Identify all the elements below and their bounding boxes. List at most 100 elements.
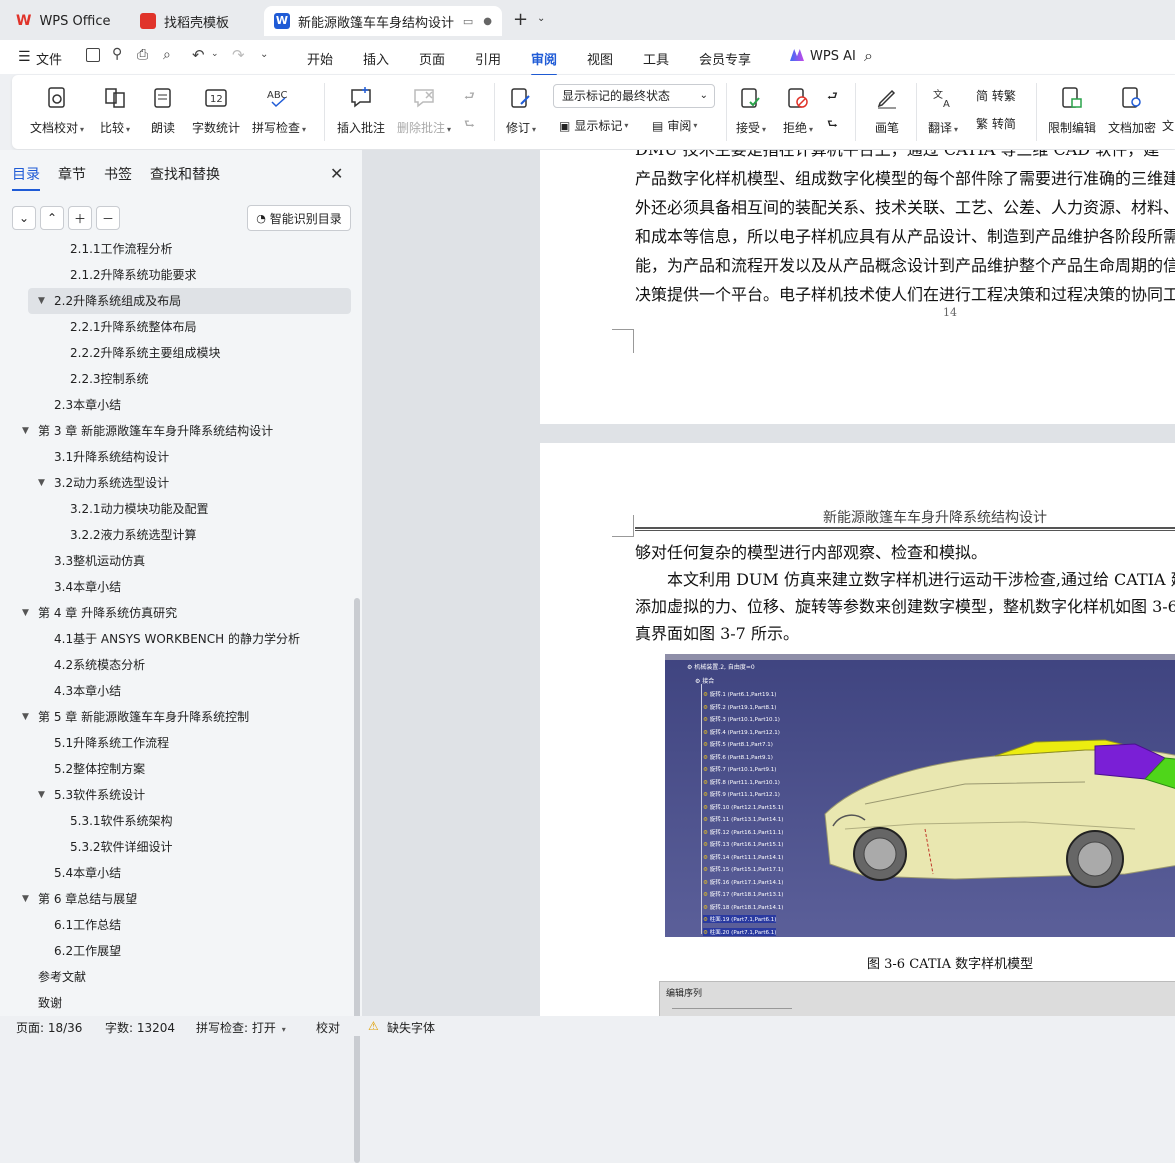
- toc-item[interactable]: 参考文献: [0, 964, 350, 990]
- menu-tools[interactable]: 工具: [643, 49, 669, 68]
- expand-arrow-icon[interactable]: ▼: [38, 782, 45, 808]
- show-markup-button[interactable]: ▣ 显示标记 ▾: [559, 117, 628, 134]
- menu-review[interactable]: 审阅: [531, 49, 558, 76]
- print-preview-icon[interactable]: ⌕: [163, 47, 171, 63]
- redo-icon[interactable]: ↷: [232, 46, 245, 64]
- menu-wps-ai[interactable]: WPS AI: [810, 49, 856, 64]
- share-icon[interactable]: ⚲: [112, 46, 122, 62]
- toc-item[interactable]: 致谢: [0, 990, 350, 1016]
- print-icon[interactable]: ⎙: [137, 47, 148, 63]
- menu-references[interactable]: 引用: [475, 49, 501, 68]
- undo-icon[interactable]: ↶: [192, 46, 205, 64]
- more-ribbon-item[interactable]: 文: [1162, 117, 1174, 134]
- more-dropdown-icon[interactable]: ⌄: [260, 49, 268, 60]
- toc-item[interactable]: 3.2.2液力系统选型计算: [0, 522, 350, 548]
- next-comment-icon[interactable]: ⮑: [464, 115, 475, 136]
- expand-arrow-icon[interactable]: ▼: [22, 418, 29, 444]
- toc-item[interactable]: 2.2.1升降系统整体布局: [0, 314, 350, 340]
- menu-insert[interactable]: 插入: [363, 49, 389, 68]
- close-icon[interactable]: ✕: [330, 164, 343, 183]
- toc-item[interactable]: 3.2.1动力模块功能及配置: [0, 496, 350, 522]
- compare-button[interactable]: 比较 ▾: [100, 85, 130, 136]
- expand-arrow-icon[interactable]: ▼: [22, 886, 29, 912]
- expand-arrow-icon[interactable]: ▼: [38, 288, 45, 314]
- prev-change-icon[interactable]: ⮐: [827, 87, 838, 108]
- track-changes-button[interactable]: 修订 ▾: [506, 85, 536, 136]
- tab-docer-templates[interactable]: 找稻壳模板: [130, 6, 258, 36]
- menu-member[interactable]: 会员专享: [699, 49, 751, 68]
- toc-item[interactable]: 2.3本章小结: [0, 392, 350, 418]
- prev-comment-icon[interactable]: ⮐: [464, 87, 475, 108]
- toc-item[interactable]: ▼ 2.2升降系统组成及布局: [28, 288, 351, 314]
- search-icon[interactable]: ⌕: [864, 46, 873, 66]
- tab-bookmarks[interactable]: 书签: [104, 164, 132, 191]
- toc-item[interactable]: 5.3.1软件系统架构: [0, 808, 350, 834]
- expand-arrow-icon[interactable]: ▼: [22, 600, 29, 626]
- hamburger-icon[interactable]: ☰: [18, 49, 31, 65]
- remove-heading-button[interactable]: －: [96, 206, 120, 230]
- restrict-editing-button[interactable]: 限制编辑: [1048, 85, 1096, 136]
- new-tab-button[interactable]: +: [513, 9, 528, 30]
- next-change-icon[interactable]: ⮑: [827, 115, 838, 136]
- tab-wps-office[interactable]: W WPS Office: [6, 6, 124, 36]
- translate-button[interactable]: 文A 翻译 ▾: [928, 85, 958, 136]
- menu-view[interactable]: 视图: [587, 49, 613, 68]
- tab-find-replace[interactable]: 查找和替换: [150, 164, 220, 191]
- toc-item[interactable]: ▼ 第 5 章 新能源敞篷车车身升降系统控制: [0, 704, 350, 730]
- review-pane-button[interactable]: ▤ 审阅 ▾: [652, 117, 697, 134]
- tab-document[interactable]: W 新能源敞篷车车身结构设计 毕 ▭ ●: [264, 6, 502, 36]
- chevron-down-icon[interactable]: ⌄: [537, 13, 545, 24]
- expand-arrow-icon[interactable]: ▼: [38, 470, 45, 496]
- proofread-button[interactable]: 文档校对 ▾: [30, 85, 84, 136]
- expand-arrow-icon[interactable]: ▼: [22, 704, 29, 730]
- menu-file[interactable]: 文件: [36, 49, 62, 68]
- word-count-status[interactable]: 字数: 13204: [105, 1019, 175, 1036]
- spell-check-button[interactable]: ABC 拼写检查 ▾: [252, 85, 306, 136]
- encrypt-button[interactable]: 文档加密: [1108, 85, 1156, 136]
- menu-page[interactable]: 页面: [419, 49, 445, 68]
- toc-item[interactable]: ▼ 5.3软件系统设计: [0, 782, 350, 808]
- toc-item[interactable]: ▼ 3.2动力系统选型设计: [0, 470, 350, 496]
- toc-item[interactable]: 2.1.2升降系统功能要求: [0, 262, 350, 288]
- toc-item[interactable]: ▼ 第 3 章 新能源敞篷车车身升降系统结构设计: [0, 418, 350, 444]
- toc-item[interactable]: 5.1升降系统工作流程: [0, 730, 350, 756]
- toc-item[interactable]: 4.2系统模态分析: [0, 652, 350, 678]
- tab-toc[interactable]: 目录: [12, 164, 40, 191]
- toc-item[interactable]: ▼ 第 6 章总结与展望: [0, 886, 350, 912]
- toc-item[interactable]: 2.1.1工作流程分析: [0, 238, 350, 262]
- toc-item[interactable]: 6.2工作展望: [0, 938, 350, 964]
- spell-check-status[interactable]: 拼写检查: 打开 ▾: [196, 1019, 286, 1036]
- toc-item[interactable]: 3.3整机运动仿真: [0, 548, 350, 574]
- toc-item[interactable]: 5.3.2软件详细设计: [0, 834, 350, 860]
- monitor-icon[interactable]: ▭: [463, 15, 473, 28]
- undo-dropdown-icon[interactable]: ⌄: [211, 49, 219, 59]
- toc-item[interactable]: 5.4本章小结: [0, 860, 350, 886]
- smart-toc-button[interactable]: ◔ 智能识别目录: [247, 205, 351, 231]
- word-count-button[interactable]: 12 字数统计: [192, 85, 240, 136]
- wps-ai-icon[interactable]: [790, 49, 804, 61]
- toc-item[interactable]: 4.1基于 ANSYS WORKBENCH 的静力学分析: [0, 626, 350, 652]
- menu-home[interactable]: 开始: [307, 49, 333, 68]
- to-traditional-button[interactable]: 简 转繁: [976, 87, 1016, 104]
- tab-chapters[interactable]: 章节: [58, 164, 86, 191]
- page-indicator[interactable]: 页面: 18/36: [16, 1019, 82, 1036]
- sidebar-scrollbar[interactable]: [354, 598, 360, 1163]
- reject-button[interactable]: 拒绝 ▾: [783, 85, 813, 136]
- read-aloud-button[interactable]: 朗读: [150, 85, 176, 136]
- toc-item[interactable]: 3.1升降系统结构设计: [0, 444, 350, 470]
- pen-button[interactable]: 画笔: [874, 85, 900, 136]
- toc-item[interactable]: 3.4本章小结: [0, 574, 350, 600]
- missing-font-status[interactable]: 缺失字体: [387, 1019, 435, 1036]
- insert-comment-button[interactable]: 插入批注: [337, 85, 385, 136]
- toc-item[interactable]: 2.2.3控制系统: [0, 366, 350, 392]
- add-heading-button[interactable]: ＋: [68, 206, 92, 230]
- markup-mode-select[interactable]: 显示标记的最终状态 ⌄: [553, 84, 715, 108]
- accept-button[interactable]: 接受 ▾: [736, 85, 766, 136]
- expand-down-button[interactable]: ⌄: [12, 206, 36, 230]
- toc-item[interactable]: 5.2整体控制方案: [0, 756, 350, 782]
- collapse-up-button[interactable]: ⌃: [40, 206, 64, 230]
- toc-item[interactable]: 2.2.2升降系统主要组成模块: [0, 340, 350, 366]
- save-icon[interactable]: [86, 48, 100, 62]
- proofread-status[interactable]: 校对: [316, 1019, 340, 1036]
- delete-comment-button[interactable]: 删除批注 ▾: [397, 85, 451, 136]
